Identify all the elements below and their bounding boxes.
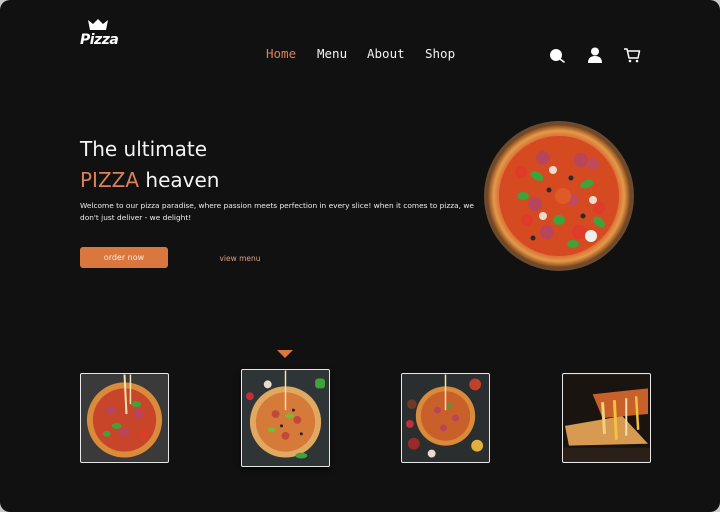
- hero-description: Welcome to our pizza paradise, where pas…: [80, 201, 474, 222]
- pizza-ingredients-falling-thumbnail[interactable]: [241, 369, 330, 467]
- crown-icon: [88, 19, 108, 30]
- nav-about[interactable]: About: [367, 46, 405, 61]
- hero-title: The ultimate PIZZA heaven: [80, 134, 219, 196]
- view-menu-button[interactable]: view menu: [210, 247, 270, 268]
- nav-shop[interactable]: Shop: [425, 46, 455, 61]
- nav-home[interactable]: Home: [266, 46, 296, 61]
- user-icon[interactable]: [586, 46, 604, 64]
- hero-title-line1: The ultimate: [80, 137, 208, 161]
- nav-menu[interactable]: Menu: [317, 46, 347, 61]
- order-now-button[interactable]: order now: [80, 247, 168, 268]
- pizza-with-ingredients-thumbnail[interactable]: [401, 373, 490, 463]
- hero-title-accent: PIZZA: [80, 168, 140, 192]
- selected-thumbnail-indicator: [277, 350, 293, 358]
- pizza-top-view-image: [484, 121, 634, 271]
- pizza-cheese-pull-thumbnail[interactable]: [80, 373, 169, 463]
- page: Pizza Home Menu About Shop The ultimate …: [0, 0, 720, 512]
- pizza-slice-cheese-thumbnail[interactable]: [562, 373, 651, 463]
- search-icon[interactable]: [548, 46, 566, 64]
- cart-icon[interactable]: [623, 46, 641, 64]
- brand-logo[interactable]: Pizza: [80, 18, 119, 52]
- hero-title-line2: heaven: [139, 168, 220, 192]
- brand-name: Pizza: [80, 32, 119, 48]
